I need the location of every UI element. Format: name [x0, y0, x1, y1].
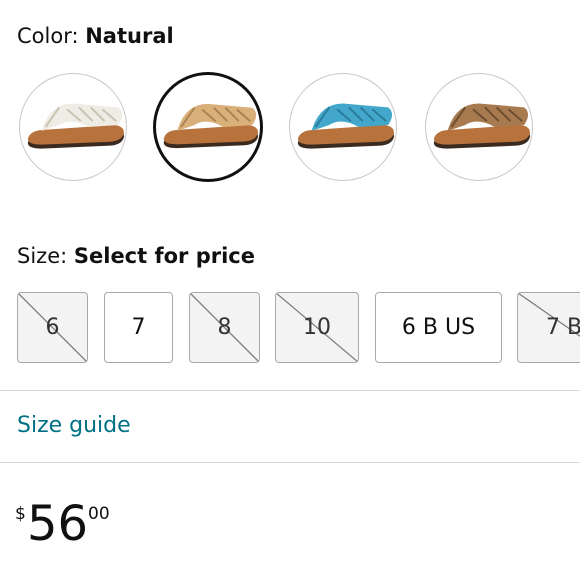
size-option-7[interactable]: 7 — [104, 292, 173, 363]
color-swatch-white[interactable] — [19, 73, 127, 181]
size-selection-prompt: Select for price — [73, 244, 255, 268]
price-currency-symbol: $ — [15, 504, 26, 524]
size-option-6-b-us[interactable]: 6 B US — [375, 292, 502, 363]
size-guide-link[interactable]: Size guide — [17, 413, 131, 438]
size-option-label: 6 — [45, 315, 60, 340]
size-option-label: 7 B — [546, 315, 580, 340]
color-label-prefix: Color: — [17, 24, 79, 48]
divider — [0, 462, 580, 463]
sandal-image-natural — [163, 103, 259, 149]
price-whole: 56 — [27, 496, 89, 552]
selected-color-name: Natural — [85, 24, 174, 48]
sandal-image-turquoise — [297, 103, 395, 149]
size-option-7-b[interactable]: 7 B — [517, 292, 580, 363]
color-label: Color: Natural — [17, 24, 174, 48]
size-label-prefix: Size: — [17, 244, 68, 268]
size-option-10[interactable]: 10 — [275, 292, 359, 363]
size-option-label: 7 — [131, 315, 146, 340]
color-swatch-turquoise[interactable] — [289, 73, 397, 181]
divider — [0, 390, 580, 391]
size-option-6[interactable]: 6 — [17, 292, 88, 363]
size-label: Size: Select for price — [17, 244, 255, 268]
color-swatch-brown[interactable] — [425, 73, 533, 181]
sandal-image-white — [27, 103, 125, 149]
price-fraction: 00 — [88, 504, 110, 524]
size-option-8[interactable]: 8 — [189, 292, 260, 363]
sandal-image-brown — [433, 103, 531, 149]
size-option-label: 8 — [217, 315, 232, 340]
size-option-label: 10 — [303, 315, 331, 340]
color-swatch-natural[interactable] — [153, 72, 263, 182]
size-option-label: 6 B US — [401, 315, 476, 340]
